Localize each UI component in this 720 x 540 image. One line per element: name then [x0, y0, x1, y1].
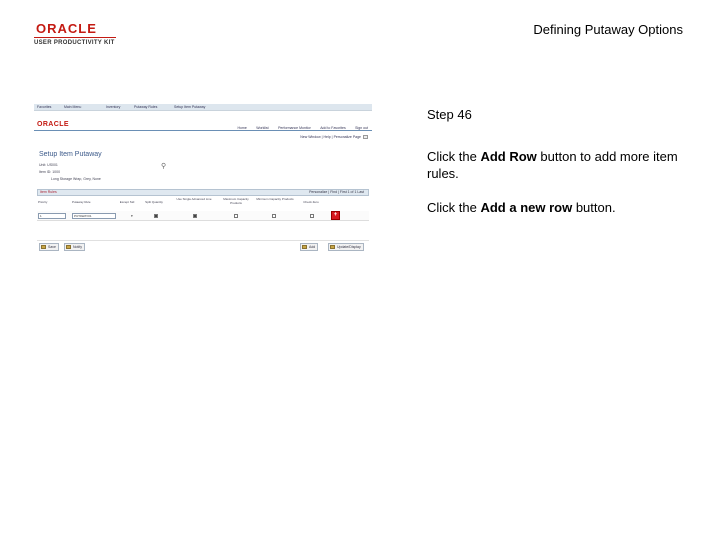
thumb-col-priority: Priority [38, 200, 48, 204]
thumb-footer-divider [37, 240, 369, 241]
thumb-page-links[interactable]: New Window | Help | Personalize Page [300, 135, 368, 140]
oracle-upk-logo: ORACLE USER PRODUCTIVITY KIT [34, 22, 126, 47]
update-icon [330, 245, 335, 249]
thumb-rule-input[interactable]: PUTAWAY01 [72, 213, 116, 219]
plus-icon: + [333, 212, 338, 218]
thumb-update-display-button[interactable]: Update/Display [328, 243, 364, 251]
thumb-col-checkzero: Check Zero [303, 200, 319, 204]
document-title: Defining Putaway Options [533, 22, 683, 37]
thumb-grid-nav[interactable]: Personalize | Find | First 1 of 1 Last [309, 190, 364, 194]
thumb-grid-header: Item Rules Personalize | Find | First 1 … [37, 189, 369, 196]
application-screenshot: Favorites Main Menu Inventory Putaway Ru… [34, 104, 372, 256]
thumb-header-divider [34, 130, 372, 131]
thumb-col-rule: Putaway Rule [72, 200, 91, 204]
add-icon [302, 245, 307, 249]
logo-divider [34, 37, 116, 38]
thumb-breadcrumb-item[interactable]: Putaway Rules [134, 105, 157, 109]
thumb-unit-label: Unit: US001 [39, 163, 58, 167]
thumb-col-split: Split Quantity [145, 200, 163, 204]
thumb-oracle-logo: ORACLE [37, 121, 69, 128]
thumb-col-max: Maximum Capacity Products [223, 197, 249, 205]
add-new-row-emphasis: Add a new row [480, 200, 573, 215]
thumb-col-min: Minimum Capacity Products [256, 197, 294, 201]
thumb-priority-input[interactable]: 1 [38, 213, 66, 219]
thumb-save-button[interactable]: Save [39, 243, 59, 251]
thumb-breadcrumb-bar: Favorites Main Menu Inventory Putaway Ru… [34, 104, 372, 111]
thumb-page-title: Setup Item Putaway [39, 151, 102, 158]
instruction-line-1: Click the Add Row button to add more ite… [427, 149, 678, 181]
thumb-col-except: Except Std [119, 200, 135, 204]
notify-icon [66, 245, 71, 249]
thumb-personalize-icon[interactable] [363, 135, 368, 140]
thumb-breadcrumb-item[interactable]: Inventory [106, 105, 120, 109]
thumb-item-label: Item ID: 1000 [39, 170, 61, 174]
oracle-logo-text: ORACLE [36, 21, 97, 36]
thumb-lookup-icon[interactable]: ⚲ [161, 162, 166, 170]
thumb-col-advanced: Use Single Advanced Line [176, 197, 212, 201]
thumb-except-select[interactable]: ▾ [131, 214, 133, 218]
thumb-grid-label: Item Rules [40, 190, 57, 194]
thumb-breadcrumb-item[interactable]: Favorites [37, 105, 51, 109]
thumb-item-description: Long Storage Wrap, Grey, None [51, 177, 101, 181]
thumb-breadcrumb-item[interactable]: Setup Item Putaway [174, 105, 205, 109]
add-row-button[interactable]: + [331, 211, 340, 220]
thumb-nav-links: Home Worklist Performance Monitor Add to… [232, 116, 368, 130]
thumb-advanced-checkbox[interactable] [193, 214, 197, 218]
add-row-emphasis: Add Row [480, 149, 537, 164]
thumb-max-checkbox[interactable] [234, 214, 238, 218]
thumb-split-checkbox[interactable] [154, 214, 158, 218]
thumb-checkzero-checkbox[interactable] [310, 214, 314, 218]
thumb-add-button[interactable]: Add [300, 243, 319, 251]
thumb-min-checkbox[interactable] [272, 214, 276, 218]
step-number: Step 46 [427, 107, 472, 122]
save-icon [41, 245, 46, 249]
instruction-line-2: Click the Add a new row button. [427, 200, 616, 215]
upk-logo-text: USER PRODUCTIVITY KIT [34, 40, 115, 46]
thumb-breadcrumb-item[interactable]: Main Menu [64, 105, 81, 109]
thumb-notify-button[interactable]: Notify [64, 243, 85, 251]
